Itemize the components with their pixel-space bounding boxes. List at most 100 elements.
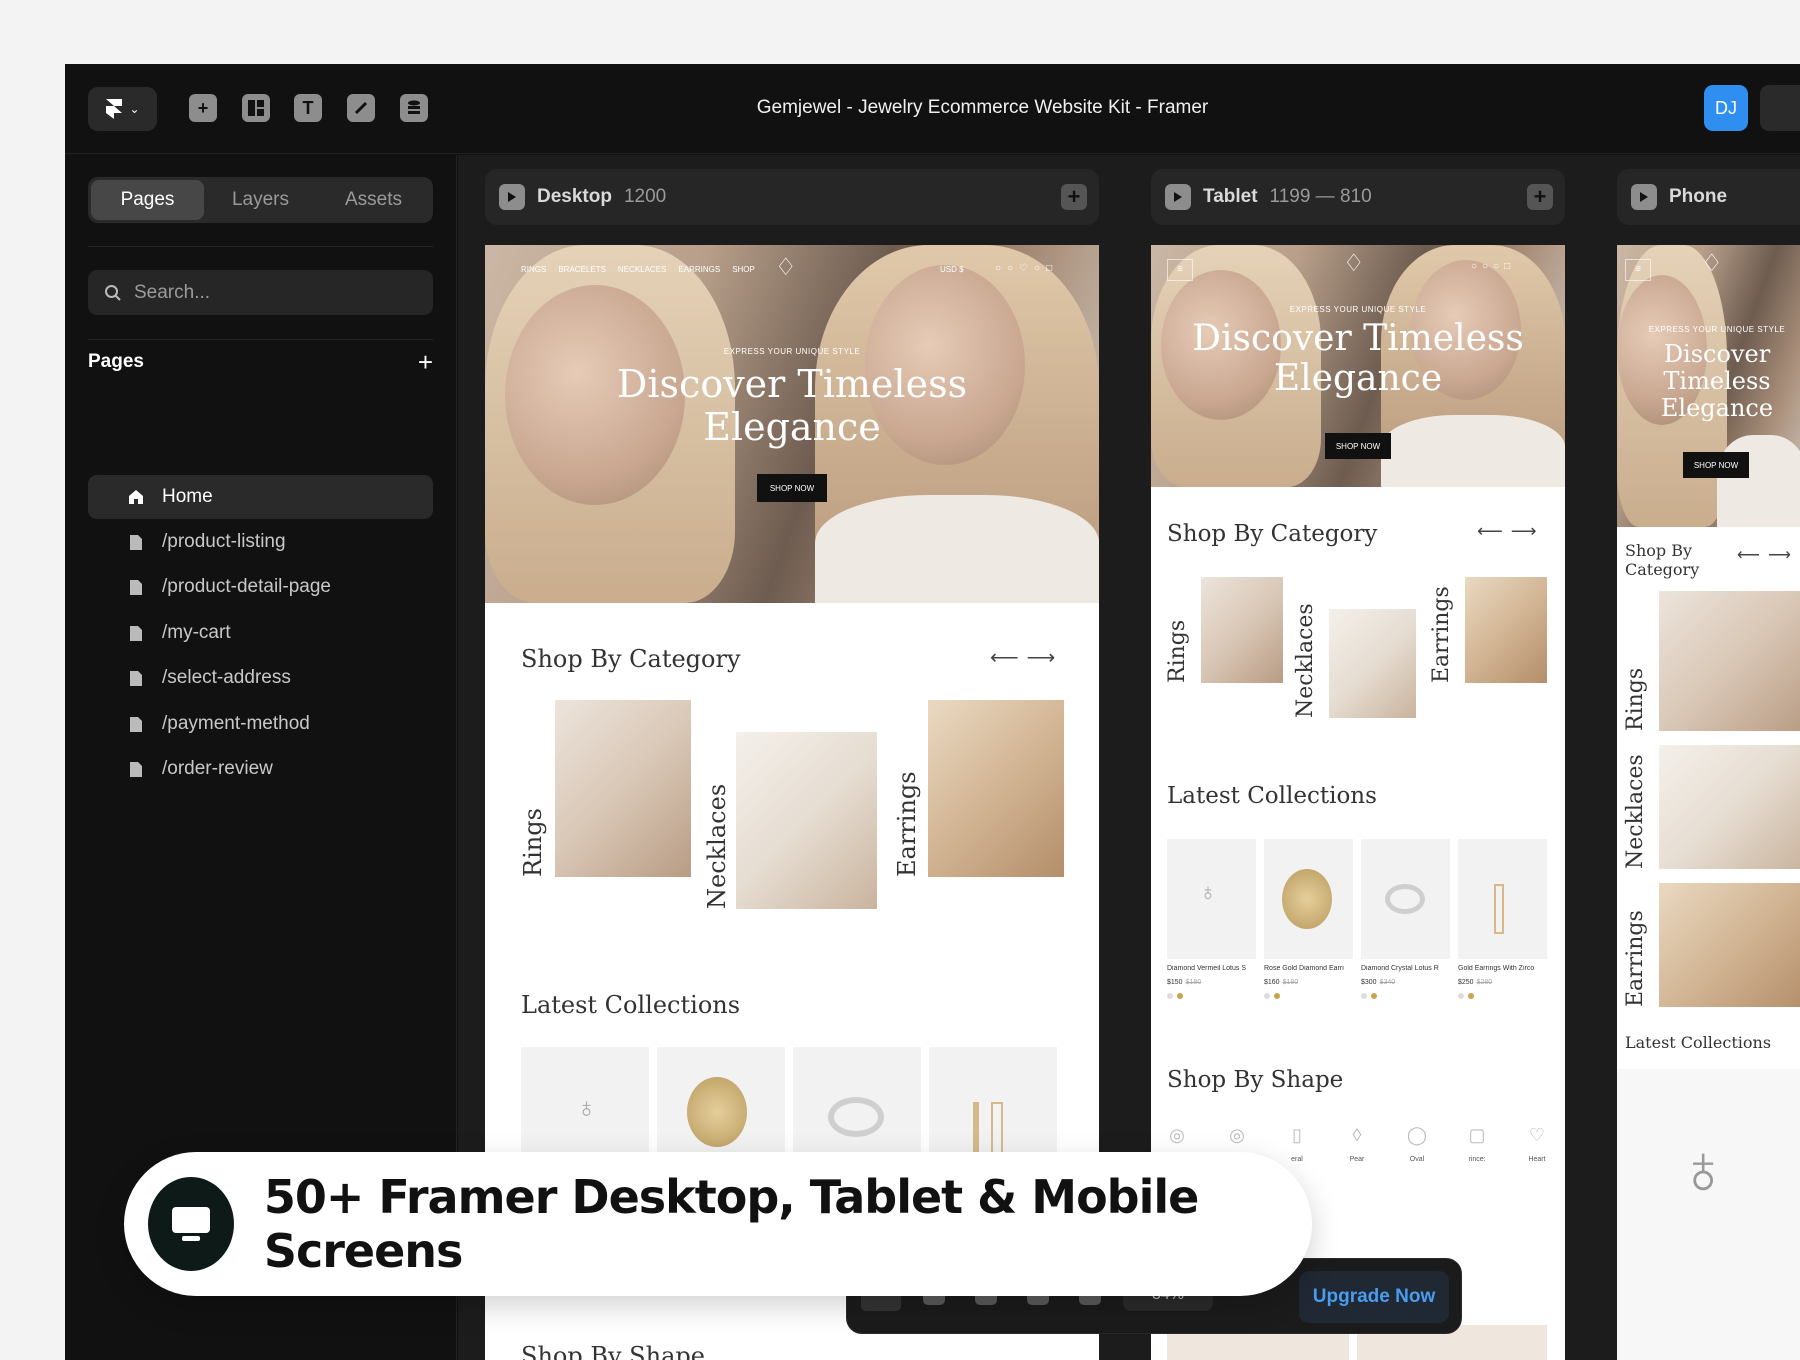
page-icon	[128, 533, 144, 551]
price-old: $280	[1476, 979, 1493, 986]
hero-title-line: Timeless	[1663, 366, 1771, 395]
phone-frame[interactable]: ≡ ♢ EXPRESS YOUR UNIQUE STYLE Discover T…	[1617, 245, 1800, 1360]
add-breakpoint-icon[interactable]: +	[1061, 184, 1087, 210]
necklace-icon: ♁	[1199, 879, 1217, 906]
menu-icon[interactable]: ≡	[1167, 259, 1193, 281]
play-icon[interactable]	[499, 184, 525, 210]
product-image[interactable]	[793, 1047, 921, 1167]
play-icon[interactable]	[1631, 184, 1657, 210]
page-item-payment-method[interactable]: /payment-method	[88, 702, 433, 746]
price-current: $160	[1264, 979, 1280, 986]
nav-link[interactable]: EARRINGS	[678, 265, 720, 274]
user-avatar[interactable]: DJ	[1704, 85, 1748, 131]
product-image[interactable]: ♁	[1617, 1069, 1800, 1360]
sidebar-tabs: Pages Layers Assets	[88, 177, 433, 223]
category-label-earrings: Earrings	[1429, 586, 1454, 683]
share-button[interactable]	[1760, 85, 1800, 131]
category-image-necklaces[interactable]	[1659, 745, 1800, 869]
play-icon[interactable]	[1165, 184, 1191, 210]
shape-item[interactable]: ◊ Pear	[1337, 1125, 1377, 1163]
ring-image	[1385, 884, 1425, 914]
price-old: $340	[1379, 979, 1396, 986]
page-icon	[128, 624, 144, 642]
color-swatches[interactable]	[1458, 993, 1474, 999]
shape-item[interactable]: ▢ rince:	[1457, 1125, 1497, 1163]
page-item-product-listing[interactable]: /product-listing	[88, 520, 433, 564]
nav-link[interactable]: BRACELETS	[558, 265, 606, 274]
color-swatches[interactable]	[1167, 993, 1183, 999]
product-image[interactable]: ♁	[521, 1047, 649, 1167]
diamond-logo-icon[interactable]: ♢	[1701, 249, 1723, 278]
product-image[interactable]: ♁	[1167, 839, 1256, 959]
hero-eyebrow: EXPRESS YOUR UNIQUE STYLE	[723, 347, 861, 356]
tab-assets[interactable]: Assets	[317, 180, 430, 220]
diamond-logo-icon[interactable]: ♢	[775, 253, 797, 282]
section-title-shop-by-category: Shop By Category	[521, 645, 741, 673]
category-image-necklaces[interactable]	[1329, 609, 1416, 718]
shop-now-button[interactable]: SHOP NOW	[1683, 452, 1749, 478]
header-icons[interactable]: ○○♡○□	[995, 263, 1058, 274]
earring-image	[1282, 869, 1332, 929]
category-image-rings[interactable]	[1201, 577, 1283, 683]
breakpoint-name: Phone	[1669, 186, 1728, 207]
shape-icon: ◊	[1352, 1125, 1362, 1145]
category-image-rings[interactable]	[555, 700, 691, 877]
hero-image: RINGS BRACELETS NECKLACES EARRINGS SHOP …	[485, 245, 1099, 603]
product-image[interactable]	[1458, 839, 1547, 959]
menu-icon[interactable]: ≡	[1625, 259, 1651, 281]
page-item-label: /payment-method	[162, 713, 310, 734]
header-icons[interactable]: ○○○□	[1471, 261, 1515, 272]
add-page-icon[interactable]: +	[418, 349, 433, 375]
product-name[interactable]: Diamond Vermeil Lotus S	[1167, 965, 1256, 972]
product-image[interactable]	[1264, 839, 1353, 959]
product-image[interactable]	[1361, 839, 1450, 959]
currency-selector[interactable]: USD $	[940, 265, 964, 274]
price-current: $300	[1361, 979, 1377, 986]
shape-item[interactable]: ◯ Oval	[1397, 1125, 1437, 1163]
category-image-necklaces[interactable]	[736, 732, 877, 909]
nav-link[interactable]: NECKLACES	[618, 265, 666, 274]
shop-now-button[interactable]: SHOP NOW	[757, 474, 827, 502]
diamond-logo-icon[interactable]: ♢	[1343, 249, 1365, 278]
category-image-rings[interactable]	[1659, 591, 1800, 731]
shape-icon: ◯	[1406, 1125, 1428, 1145]
search-input[interactable]: Search...	[88, 270, 433, 315]
category-carousel-arrows[interactable]: ⟵⟶	[1477, 521, 1545, 542]
shop-now-button[interactable]: SHOP NOW	[1325, 433, 1391, 459]
tab-pages[interactable]: Pages	[91, 180, 204, 220]
product-image[interactable]	[657, 1047, 785, 1167]
upgrade-now-button[interactable]: Upgrade Now	[1299, 1271, 1449, 1323]
page-item-product-detail-page[interactable]: /product-detail-page	[88, 565, 433, 609]
page-item-select-address[interactable]: /select-address	[88, 656, 433, 700]
product-name[interactable]: Rose Gold Diamond Earri	[1264, 965, 1353, 972]
shape-item[interactable]: ▯ eral	[1277, 1125, 1317, 1163]
promo-banner: 50+ Framer Desktop, Tablet & Mobile Scre…	[124, 1152, 1312, 1296]
product-image[interactable]	[929, 1047, 1057, 1167]
color-swatches[interactable]	[1361, 993, 1377, 999]
page-item-order-review[interactable]: /order-review	[88, 747, 433, 791]
nav-link[interactable]: RINGS	[521, 265, 546, 274]
tab-layers[interactable]: Layers	[204, 180, 317, 220]
nav-link[interactable]: SHOP	[732, 265, 755, 274]
page-item-label: /select-address	[162, 667, 291, 688]
add-breakpoint-icon[interactable]: +	[1527, 184, 1553, 210]
color-swatches[interactable]	[1264, 993, 1280, 999]
category-image-earrings[interactable]	[1659, 883, 1800, 1007]
shape-item[interactable]: ♡ Heart	[1517, 1125, 1557, 1163]
breakpoint-header-desktop[interactable]: Desktop 1200 +	[485, 169, 1099, 225]
page-item-home[interactable]: Home	[88, 475, 433, 519]
category-image-earrings[interactable]	[928, 700, 1064, 877]
category-carousel-arrows[interactable]: ⟵⟶	[1737, 545, 1799, 565]
page-icon	[128, 669, 144, 687]
page-item-label: Home	[162, 486, 213, 507]
breakpoint-name: Desktop	[537, 186, 612, 207]
necklace-icon: ♁	[1677, 1130, 1730, 1208]
page-item-my-cart[interactable]: /my-cart	[88, 611, 433, 655]
breakpoint-header-tablet[interactable]: Tablet 1199 — 810 +	[1151, 169, 1565, 225]
category-label-earrings: Earrings	[893, 771, 921, 877]
product-name[interactable]: Gold Earrings With Zirco	[1458, 965, 1547, 972]
product-name[interactable]: Diamond Crystal Lotus R	[1361, 965, 1450, 972]
category-carousel-arrows[interactable]: ⟵⟶	[990, 645, 1063, 670]
category-image-earrings[interactable]	[1465, 577, 1547, 683]
breakpoint-header-phone[interactable]: Phone +	[1617, 169, 1800, 225]
